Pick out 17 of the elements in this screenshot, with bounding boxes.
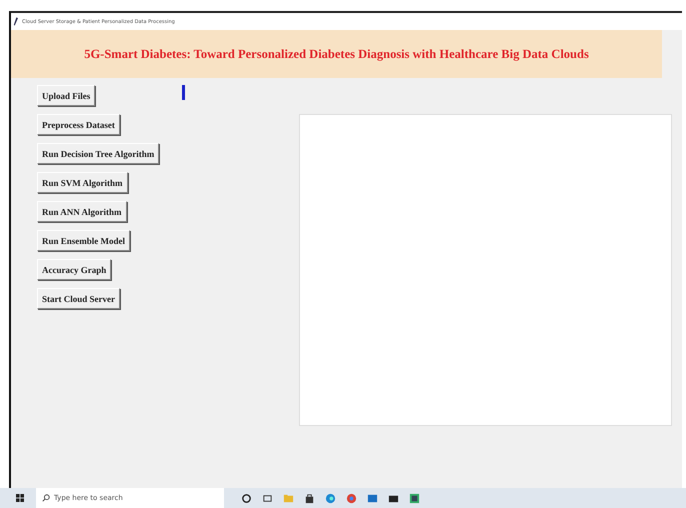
- action-button[interactable]: Run Ensemble Model: [37, 230, 130, 251]
- browser-icon[interactable]: [346, 492, 357, 504]
- action-button[interactable]: Preprocess Dataset: [37, 114, 120, 135]
- windows-start-icon[interactable]: [16, 494, 24, 502]
- action-button[interactable]: Upload Files: [37, 85, 96, 106]
- action-button[interactable]: Run Decision Tree Algorithm: [37, 143, 160, 164]
- shopping-bag-icon[interactable]: [304, 492, 315, 504]
- browser-icon[interactable]: [325, 492, 336, 504]
- banner-title: 5G-Smart Diabetes: Toward Personalized Diabetes Diagnosis with Healthcare Big Data Clouds: [84, 46, 589, 62]
- text-cursor: [182, 85, 185, 100]
- task-view-icon[interactable]: [262, 492, 273, 504]
- feather-icon: [13, 17, 18, 26]
- action-button[interactable]: Accuracy Graph: [37, 259, 112, 280]
- action-button[interactable]: Run ANN Algorithm: [37, 201, 127, 222]
- app-icon[interactable]: [409, 492, 420, 504]
- action-button[interactable]: Run SVM Algorithm: [37, 172, 128, 193]
- action-button[interactable]: Start Cloud Server: [37, 288, 120, 309]
